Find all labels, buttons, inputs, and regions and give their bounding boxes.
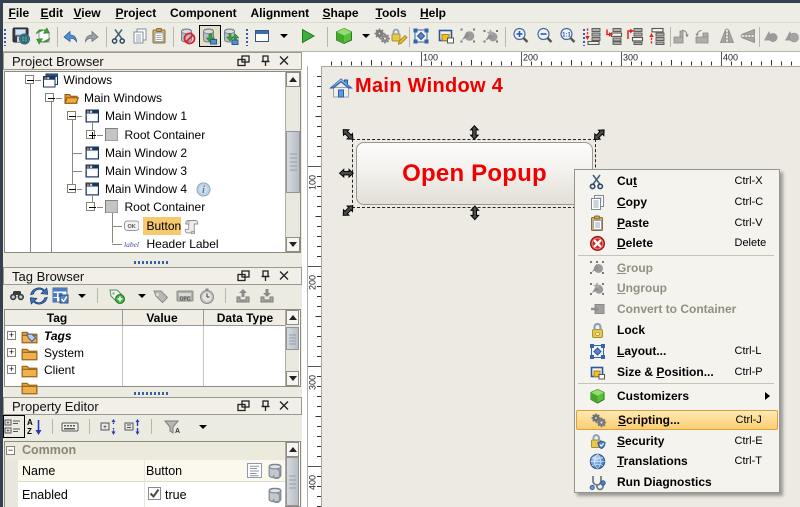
svg-text:300: 300 — [308, 375, 318, 390]
svg-text:200: 200 — [308, 275, 318, 290]
svg-text:100: 100 — [423, 53, 438, 63]
svg-text:i: i — [202, 185, 205, 196]
svg-text:OPC: OPC — [180, 297, 191, 303]
svg-text:100: 100 — [308, 175, 318, 190]
svg-text:+: + — [103, 425, 107, 431]
svg-text:1:1: 1:1 — [562, 33, 571, 39]
svg-text:label: label — [124, 240, 139, 249]
svg-text:+: + — [7, 421, 10, 427]
svg-text:A: A — [175, 428, 180, 435]
svg-text:400: 400 — [308, 475, 318, 490]
svg-text:400: 400 — [723, 53, 738, 63]
svg-text:Z: Z — [27, 427, 32, 436]
svg-text:A: A — [27, 418, 33, 427]
svg-text:200: 200 — [523, 53, 538, 63]
svg-text:OK: OK — [127, 224, 135, 230]
svg-text:+: + — [7, 429, 10, 435]
svg-text:300: 300 — [623, 53, 638, 63]
